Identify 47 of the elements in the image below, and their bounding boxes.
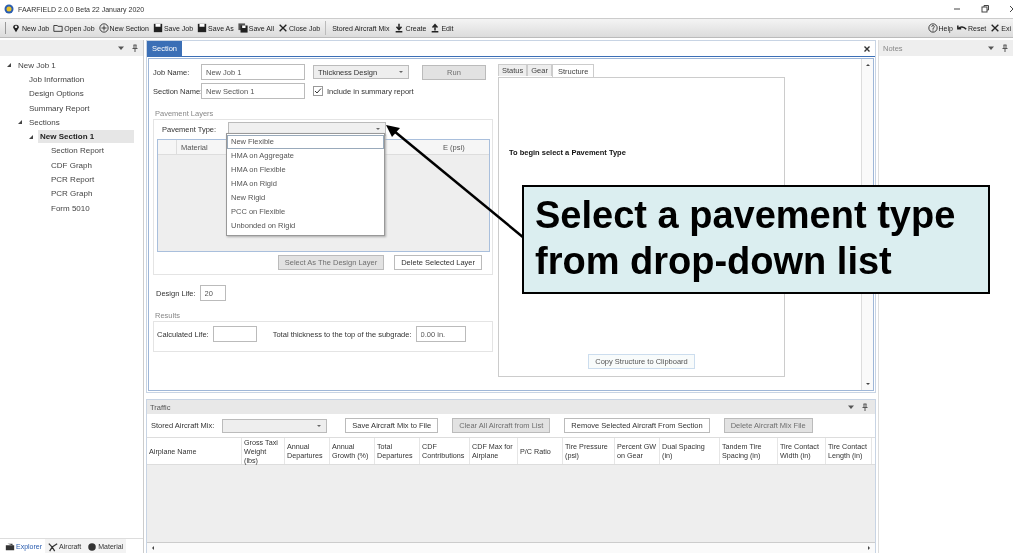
tree-item[interactable]: Summary Report — [27, 101, 92, 115]
pin-icon — [11, 23, 21, 33]
dropdown-icon[interactable] — [117, 44, 125, 52]
close-icon — [278, 23, 289, 33]
scrollbar[interactable] — [147, 542, 875, 553]
tree-item[interactable]: Job Information — [27, 72, 87, 86]
calculated-life-field[interactable] — [212, 326, 257, 342]
expander-icon[interactable] — [17, 119, 23, 126]
callout-box: Select a pavement type from drop-down list — [522, 185, 990, 294]
help-icon — [927, 23, 938, 33]
expander-icon[interactable] — [28, 133, 34, 140]
tree-item[interactable]: Form 5010 — [49, 201, 92, 215]
folder-icon — [53, 23, 64, 33]
tree-item[interactable]: Sections — [27, 115, 62, 129]
scroll-up-icon[interactable] — [864, 62, 871, 68]
caret-icon — [316, 422, 323, 429]
pin-icon[interactable] — [131, 44, 139, 52]
ball-icon — [87, 541, 98, 552]
scroll-right-icon[interactable] — [866, 545, 872, 551]
undo-icon — [956, 23, 967, 33]
checkbox[interactable] — [313, 86, 323, 96]
plus-icon — [98, 23, 109, 33]
save-icon — [152, 23, 163, 33]
scroll-down-icon[interactable] — [864, 381, 871, 388]
scroll-left-icon[interactable] — [150, 545, 156, 551]
tree-item[interactable]: PCR Report — [49, 173, 97, 186]
pin-icon[interactable] — [1001, 44, 1009, 52]
download-icon — [394, 23, 405, 33]
upload-icon — [430, 23, 441, 33]
close-icon — [990, 23, 1001, 33]
dropdown-icon[interactable] — [987, 44, 995, 52]
tree-item[interactable]: CDF Graph — [49, 158, 94, 172]
tree-item[interactable]: New Job 1 — [16, 58, 58, 72]
save-icon — [237, 23, 248, 33]
airplane-icon — [48, 541, 59, 552]
save-icon — [197, 23, 208, 33]
briefcase-icon — [5, 541, 15, 552]
tree-item[interactable]: Section Report — [49, 144, 106, 158]
pin-icon[interactable] — [861, 403, 869, 412]
close-icon[interactable] — [863, 44, 871, 53]
app-icon — [4, 4, 14, 14]
tree-item[interactable]: Design Options — [27, 87, 86, 101]
expander-icon[interactable] — [6, 62, 12, 69]
tree-item[interactable]: New Section 1 — [38, 130, 135, 144]
tree-item[interactable]: PCR Graph — [49, 187, 95, 201]
restore-icon[interactable] — [980, 4, 990, 14]
caret-icon — [398, 69, 404, 75]
